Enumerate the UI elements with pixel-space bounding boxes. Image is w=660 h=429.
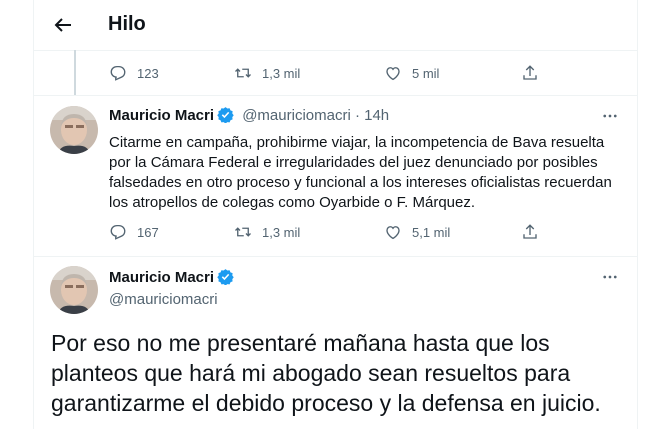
like-button[interactable]: 5,1 mil [384,222,450,242]
reply-count: 123 [137,65,159,81]
share-icon [523,224,537,239]
main-tweet-author: Mauricio Macri [109,268,234,286]
more-options-icon[interactable] [601,268,619,286]
prev-tweet-actions: 123 1,3 mil 5 mil [109,63,539,83]
thread-column: Hilo 123 1,3 mil 5 mil Mauricio Macri @m… [33,0,638,429]
retweet-count: 1,3 mil [262,65,301,81]
author-handle[interactable]: @mauriciomacri [242,107,351,124]
tweet-time[interactable]: 14h [364,107,389,124]
retweet-icon [235,227,251,237]
reply-tweet-actions: 167 1,3 mil 5,1 mil [109,222,539,242]
like-count: 5,1 mil [412,224,451,240]
share-button[interactable] [521,222,539,242]
avatar[interactable] [50,266,98,314]
verified-badge-icon [217,269,234,286]
divider [34,95,637,96]
share-button[interactable] [521,63,539,83]
reply-button[interactable]: 167 [109,222,159,242]
meta-separator: · [354,107,360,124]
back-arrow-icon[interactable] [51,13,75,37]
avatar[interactable] [50,106,98,154]
heart-icon [386,226,400,240]
like-button[interactable]: 5 mil [384,63,439,83]
reply-tweet-text: Citarme en campaña, prohibirme viajar, l… [109,134,612,211]
share-icon [523,65,537,80]
thread-header: Hilo [34,0,637,51]
verified-badge-icon [217,107,234,124]
retweet-button[interactable]: 1,3 mil [234,63,300,83]
reply-tweet-header: Mauricio Macri @mauriciomacri · 14h [109,106,389,124]
reply-icon [110,65,126,81]
divider [34,256,637,257]
reply-count: 167 [137,224,159,240]
reply-icon [110,224,126,240]
author-name[interactable]: Mauricio Macri [109,269,214,286]
thread-connector-line [74,50,76,96]
reply-button[interactable]: 123 [109,63,159,83]
like-count: 5 mil [412,65,440,81]
more-options-icon[interactable] [601,107,619,125]
heart-icon [386,67,400,81]
author-name[interactable]: Mauricio Macri [109,107,214,124]
retweet-button[interactable]: 1,3 mil [234,222,300,242]
retweet-count: 1,3 mil [262,224,301,240]
page-title: Hilo [108,13,146,35]
author-handle[interactable]: @mauriciomacri [109,291,218,308]
retweet-icon [235,68,251,78]
main-tweet-text: Por eso no me presentaré mañana hasta qu… [51,330,601,416]
